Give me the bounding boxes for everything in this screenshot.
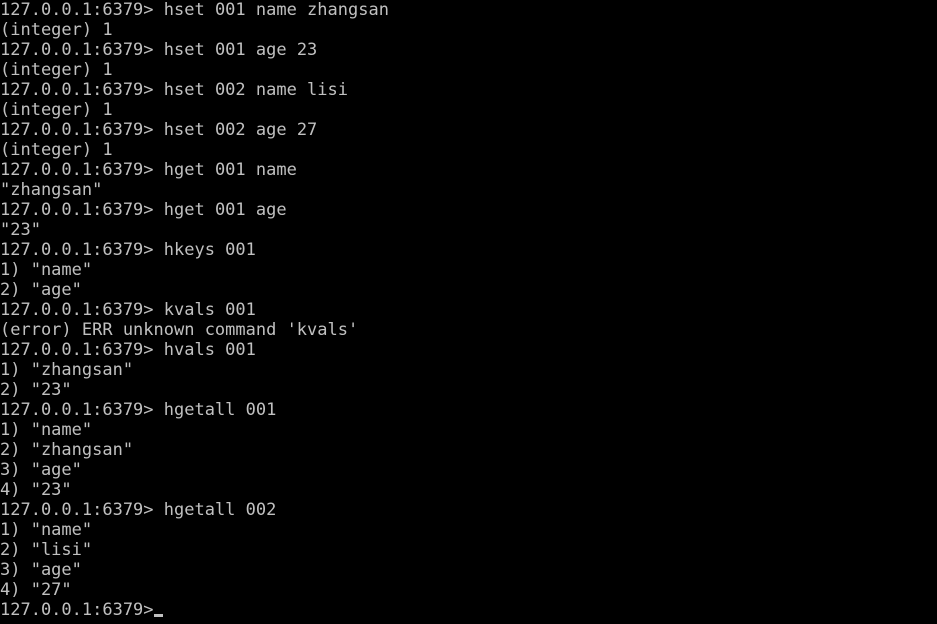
output-text: 4) "23" xyxy=(0,480,72,500)
prompt: 127.0.0.1:6379> xyxy=(0,400,164,420)
command-text: hset 002 name lisi xyxy=(163,80,348,100)
terminal-line: 127.0.0.1:6379> hkeys 001 xyxy=(0,240,937,260)
terminal-line: (integer) 1 xyxy=(0,20,937,40)
terminal-line: (integer) 1 xyxy=(0,100,937,120)
command-text: hgetall 001 xyxy=(163,400,277,420)
command-text: kvals 001 xyxy=(163,300,256,320)
output-text: 1) "zhangsan" xyxy=(0,360,134,380)
text-cursor xyxy=(153,614,163,617)
terminal-window[interactable]: 127.0.0.1:6379> hset 001 name zhangsan (… xyxy=(0,0,937,624)
terminal-line: 1) "name" xyxy=(0,520,937,540)
terminal-line: 3) "age" xyxy=(0,560,937,580)
output-text: 1) "name" xyxy=(0,420,93,440)
terminal-line: 2) "lisi" xyxy=(0,540,937,560)
output-text: 1) "name" xyxy=(0,520,93,540)
terminal-output: 127.0.0.1:6379> hset 001 name zhangsan (… xyxy=(0,0,937,620)
prompt: 127.0.0.1:6379> xyxy=(0,80,164,100)
terminal-line: 2) "age" xyxy=(0,280,937,300)
terminal-line: 2) "zhangsan" xyxy=(0,440,937,460)
terminal-line: 127.0.0.1:6379> hget 001 name xyxy=(0,160,937,180)
prompt: 127.0.0.1:6379> xyxy=(0,240,164,260)
command-text: hset 002 age 27 xyxy=(163,120,318,140)
terminal-line: (integer) 1 xyxy=(0,60,937,80)
terminal-line: 127.0.0.1:6379> hget 001 age xyxy=(0,200,937,220)
command-text: hget 001 name xyxy=(163,160,297,180)
output-text: 1) "name" xyxy=(0,260,93,280)
output-text: 2) "lisi" xyxy=(0,540,93,560)
terminal-line: 127.0.0.1:6379> kvals 001 xyxy=(0,300,937,320)
output-text: (integer) 1 xyxy=(0,100,113,120)
prompt: 127.0.0.1:6379> xyxy=(0,300,164,320)
command-text: hvals 001 xyxy=(163,340,256,360)
terminal-line: 3) "age" xyxy=(0,460,937,480)
terminal-line: 2) "23" xyxy=(0,380,937,400)
output-text: 2) "age" xyxy=(0,280,82,300)
terminal-line: 127.0.0.1:6379> hvals 001 xyxy=(0,340,937,360)
prompt: 127.0.0.1:6379> xyxy=(0,120,164,140)
prompt: 127.0.0.1:6379> xyxy=(0,200,164,220)
terminal-line: 1) "name" xyxy=(0,420,937,440)
terminal-line: 127.0.0.1:6379> hgetall 001 xyxy=(0,400,937,420)
output-text: "zhangsan" xyxy=(0,180,103,200)
current-prompt: 127.0.0.1:6379> xyxy=(0,600,154,620)
command-text: hget 001 age xyxy=(163,200,287,220)
output-text: 2) "23" xyxy=(0,380,72,400)
error-text: (error) ERR unknown command 'kvals' xyxy=(0,320,359,340)
output-text: 3) "age" xyxy=(0,460,82,480)
terminal-line: 127.0.0.1:6379> hset 002 name lisi xyxy=(0,80,937,100)
terminal-line: 127.0.0.1:6379> hset 001 age 23 xyxy=(0,40,937,60)
command-text: hgetall 002 xyxy=(163,500,277,520)
terminal-line: 4) "23" xyxy=(0,480,937,500)
output-text: 2) "zhangsan" xyxy=(0,440,134,460)
output-text: "23" xyxy=(0,220,41,240)
terminal-line: "23" xyxy=(0,220,937,240)
terminal-line: 127.0.0.1:6379> hset 002 age 27 xyxy=(0,120,937,140)
terminal-line: 1) "zhangsan" xyxy=(0,360,937,380)
prompt: 127.0.0.1:6379> xyxy=(0,160,164,180)
output-text: 3) "age" xyxy=(0,560,82,580)
command-text: hset 001 name zhangsan xyxy=(163,0,389,20)
output-text: (integer) 1 xyxy=(0,140,113,160)
command-text: hkeys 001 xyxy=(163,240,256,260)
terminal-line: 127.0.0.1:6379> hset 001 name zhangsan xyxy=(0,0,937,20)
output-text: (integer) 1 xyxy=(0,60,113,80)
terminal-line: 1) "name" xyxy=(0,260,937,280)
prompt: 127.0.0.1:6379> xyxy=(0,500,164,520)
command-text: hset 001 age 23 xyxy=(163,40,318,60)
terminal-line: (error) ERR unknown command 'kvals' xyxy=(0,320,937,340)
terminal-line: 127.0.0.1:6379> hgetall 002 xyxy=(0,500,937,520)
prompt: 127.0.0.1:6379> xyxy=(0,40,164,60)
terminal-line: (integer) 1 xyxy=(0,140,937,160)
output-text: 4) "27" xyxy=(0,580,72,600)
terminal-line: "zhangsan" xyxy=(0,180,937,200)
terminal-line: 4) "27" xyxy=(0,580,937,600)
prompt: 127.0.0.1:6379> xyxy=(0,340,164,360)
output-text: (integer) 1 xyxy=(0,20,113,40)
prompt: 127.0.0.1:6379> xyxy=(0,0,164,20)
current-input-line[interactable]: 127.0.0.1:6379> xyxy=(0,600,937,620)
